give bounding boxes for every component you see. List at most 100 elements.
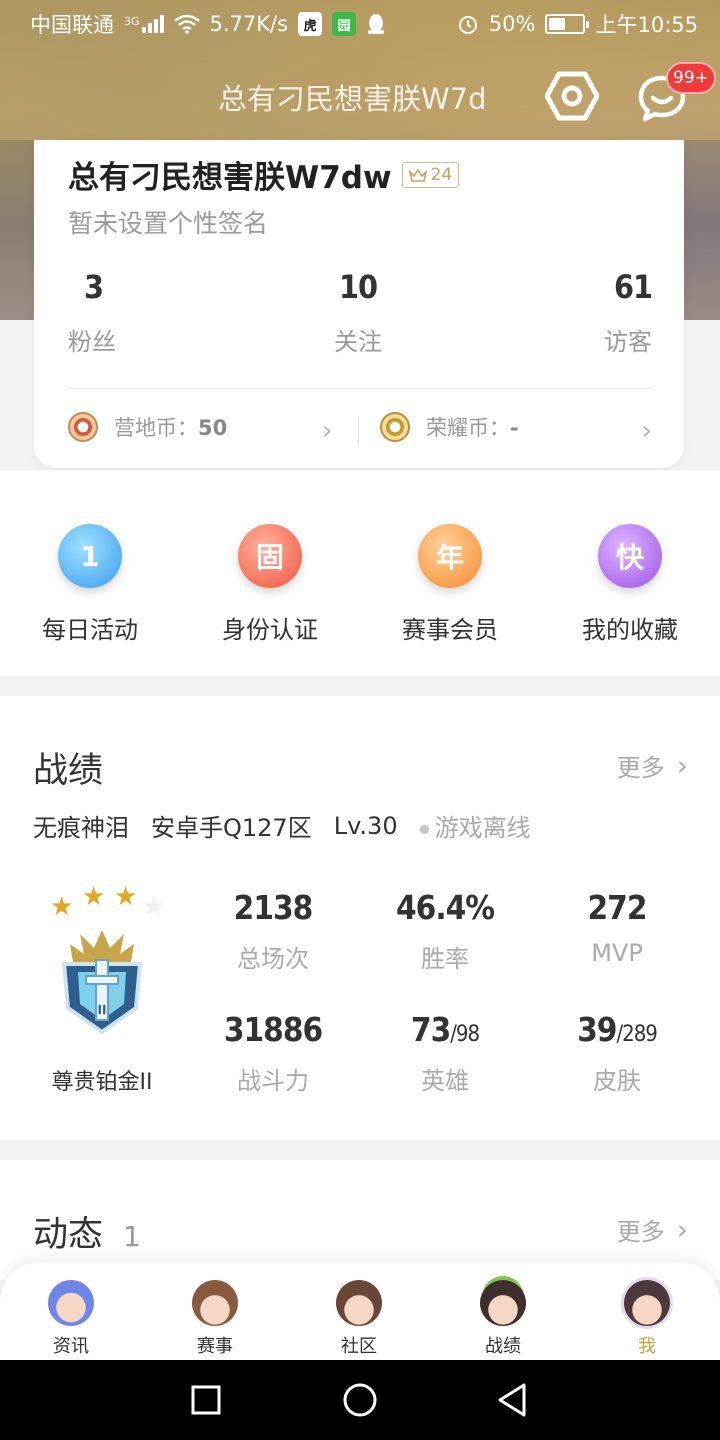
back-triangle-icon xyxy=(498,1383,526,1417)
total-matches-label: 总场次 xyxy=(237,945,309,973)
wifi-icon xyxy=(173,14,200,34)
recent-apps-button[interactable] xyxy=(186,1380,226,1420)
status-dot-icon xyxy=(419,824,429,834)
honor-coin[interactable]: 荣耀币：- xyxy=(380,412,519,442)
player-name: 无痕神泪 xyxy=(33,814,129,842)
feed-title-row: 动态 1 xyxy=(33,1206,141,1257)
more-label: 更多 xyxy=(616,754,665,782)
stat-mvp: 272 MVP xyxy=(542,888,692,967)
status-bar: 中国联通 3G 5.77K/s 虎 园 50% 上午10:55 xyxy=(0,0,720,48)
svg-text:II: II xyxy=(98,1003,107,1017)
win-rate-label: 胜率 xyxy=(421,945,469,973)
camp-coin-icon xyxy=(68,412,98,442)
total-matches-value: 2138 xyxy=(233,888,314,927)
identity-verify-icon: 固 xyxy=(238,524,302,588)
status-right: 50% 上午10:55 xyxy=(457,9,698,39)
home-button[interactable] xyxy=(340,1380,380,1420)
profile-name-row: 总有刁民想害朕W7dw 24 xyxy=(68,152,460,197)
star-empty-icon: ★ xyxy=(142,892,166,922)
profile-name[interactable]: 总有刁民想害朕W7dw xyxy=(68,152,392,197)
quick-menu: 1 每日活动 固 身份认证 年 赛事会员 快 我的收藏 xyxy=(0,470,720,676)
platinum-rank-emblem-icon: II xyxy=(61,930,143,1035)
stat-power: 31886 战斗力 xyxy=(198,1010,348,1096)
level-badge[interactable]: 24 xyxy=(401,161,460,188)
player-level: Lv.30 xyxy=(333,811,398,840)
qq-icon xyxy=(368,14,385,34)
feed-count: 1 xyxy=(123,1220,141,1253)
profile-signature[interactable]: 暂未设置个性签名 xyxy=(68,204,268,240)
quick-item-label: 赛事会员 xyxy=(402,616,498,644)
record-more-link[interactable]: 更多 › xyxy=(617,748,688,783)
favorites-icon: 快 xyxy=(598,524,662,588)
win-rate-value: 46.4% xyxy=(396,888,495,927)
settings-button[interactable] xyxy=(544,68,600,124)
skins-value: 39/289 xyxy=(577,1010,658,1049)
player-status-text: 游戏离线 xyxy=(434,814,531,842)
quick-item-label: 身份认证 xyxy=(222,616,318,644)
mvp-value: 272 xyxy=(587,888,648,927)
quick-item-identity[interactable]: 固 身份认证 xyxy=(180,524,360,645)
nav-label: 社区 xyxy=(341,1336,377,1357)
stat-total-matches: 2138 总场次 xyxy=(198,888,348,974)
square-icon xyxy=(191,1385,221,1415)
stat-visitors-value: 61 xyxy=(613,268,653,306)
quick-item-membership[interactable]: 年 赛事会员 xyxy=(360,524,540,645)
quick-item-daily-activity[interactable]: 1 每日活动 xyxy=(0,524,180,645)
chevron-right-icon[interactable]: › xyxy=(322,416,332,446)
coin-separator xyxy=(358,416,359,444)
quick-item-favorites[interactable]: 快 我的收藏 xyxy=(540,524,720,645)
stat-skins[interactable]: 39/289 皮肤 xyxy=(542,1010,692,1096)
nav-item-records[interactable]: 战绩 xyxy=(458,1280,548,1358)
status-left: 中国联通 3G 5.77K/s 虎 园 xyxy=(30,9,386,39)
chevron-right-icon[interactable]: › xyxy=(642,416,652,446)
nav-item-community[interactable]: 社区 xyxy=(314,1280,404,1358)
me-avatar-icon xyxy=(624,1280,670,1326)
stat-visitors-label: 访客 xyxy=(604,328,652,356)
star-filled-icon: ★ xyxy=(114,882,138,912)
stat-followers[interactable]: 3 粉丝 xyxy=(68,268,116,357)
back-button[interactable] xyxy=(492,1380,532,1420)
membership-icon: 年 xyxy=(418,524,482,588)
events-avatar-icon xyxy=(192,1280,238,1326)
daily-activity-icon: 1 xyxy=(58,524,122,588)
player-info: 无痕神泪 安卓手Q127区 Lv.30 游戏离线 xyxy=(33,808,531,843)
record-title: 战绩 xyxy=(33,751,104,791)
profile-card: 总有刁民想害朕W7dw 24 暂未设置个性签名 3 粉丝 10 关注 61 访客… xyxy=(34,140,684,468)
signal-icon xyxy=(141,15,164,33)
network-speed: 5.77K/s xyxy=(209,12,289,36)
honor-coin-value: - xyxy=(510,416,519,440)
stat-following[interactable]: 10 关注 xyxy=(334,268,382,357)
stat-visitors[interactable]: 61 访客 xyxy=(604,268,653,357)
network-type: 3G xyxy=(124,15,140,28)
header-title: 总有刁民想害朕W7d xyxy=(218,82,487,116)
chevron-right-icon: › xyxy=(676,1213,688,1246)
card-divider xyxy=(68,388,652,389)
feed-more-link[interactable]: 更多 › xyxy=(617,1212,688,1247)
page-header: 总有刁民想害朕W7d xyxy=(0,48,720,140)
nav-label: 我 xyxy=(638,1336,656,1357)
app-notification-icon: 虎 xyxy=(298,12,323,36)
rank-block[interactable]: ★ ★ ★ ★ II 尊贵铂金II xyxy=(32,882,172,1096)
honor-coin-label: 荣耀币： xyxy=(426,416,510,440)
heroes-label: 英雄 xyxy=(421,1067,469,1095)
records-avatar-icon xyxy=(480,1280,526,1326)
power-label: 战斗力 xyxy=(237,1067,309,1095)
quick-item-label: 我的收藏 xyxy=(582,616,678,644)
stat-followers-value: 3 xyxy=(84,268,104,306)
battery-percent: 50% xyxy=(488,12,536,36)
nav-item-events[interactable]: 赛事 xyxy=(170,1280,260,1358)
nav-item-me[interactable]: 我 xyxy=(602,1280,692,1358)
nav-label: 赛事 xyxy=(197,1336,233,1357)
camp-coin-label: 营地币： xyxy=(114,416,198,440)
coin-row: 营地币：50 › 荣耀币：- › xyxy=(68,412,652,452)
camp-coin[interactable]: 营地币：50 xyxy=(68,412,227,442)
level-value: 24 xyxy=(430,164,453,185)
stat-heroes[interactable]: 73/98 英雄 xyxy=(370,1010,520,1096)
rank-stars: ★ ★ ★ ★ xyxy=(42,882,166,922)
heroes-value: 73/98 xyxy=(410,1010,480,1049)
more-label: 更多 xyxy=(616,1218,665,1246)
news-avatar-icon xyxy=(48,1280,94,1326)
system-nav-bar xyxy=(0,1360,720,1440)
alarm-icon xyxy=(458,16,477,34)
nav-item-news[interactable]: 资讯 xyxy=(26,1280,116,1358)
